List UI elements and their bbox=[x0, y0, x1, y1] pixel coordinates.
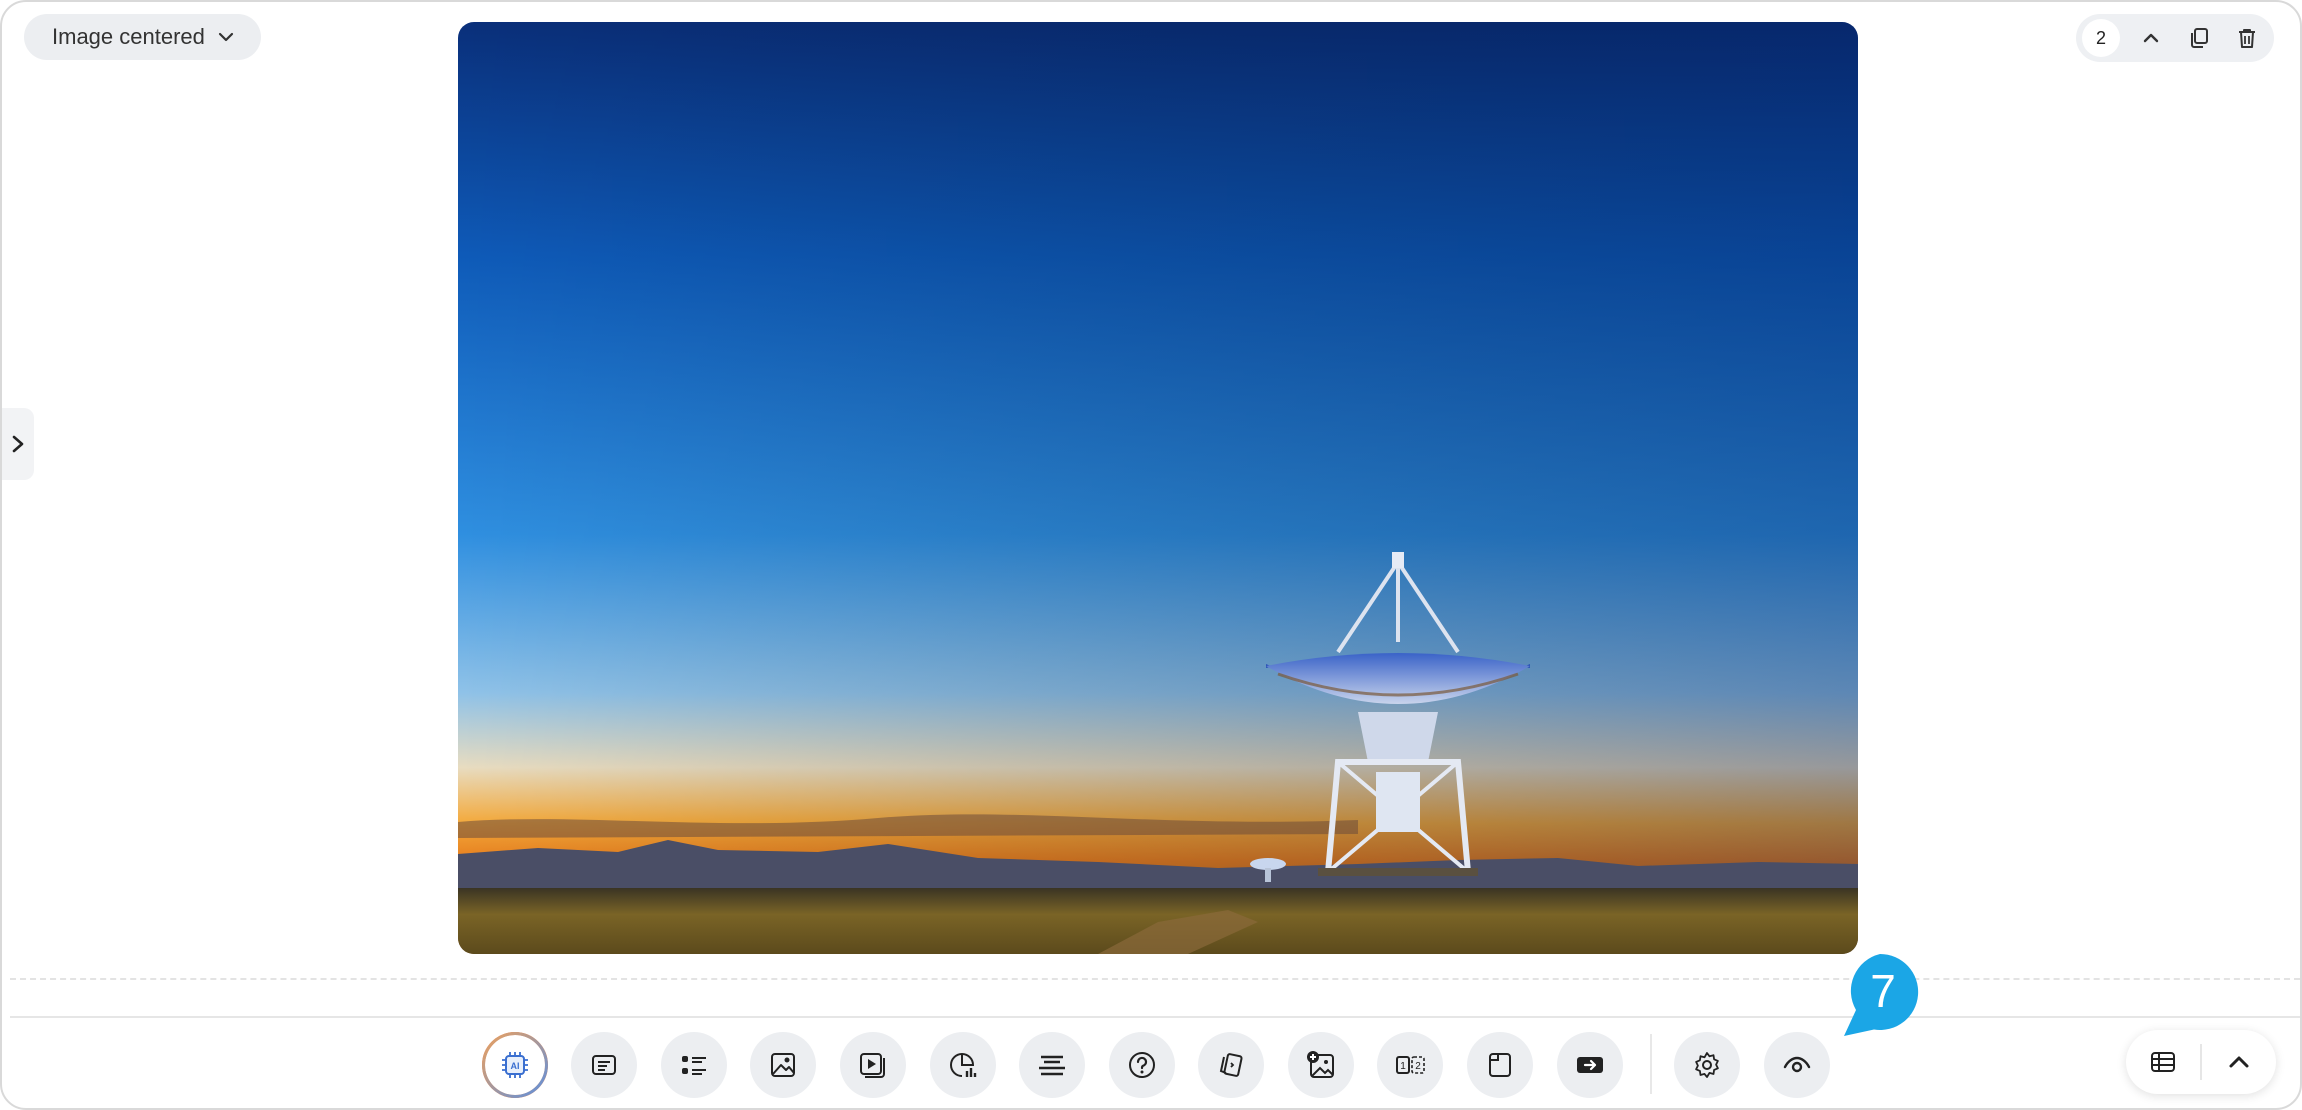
block-controls: 2 bbox=[2076, 14, 2274, 62]
page-block-icon bbox=[1489, 1053, 1511, 1077]
chevron-up-icon bbox=[2143, 33, 2159, 43]
video-block-icon bbox=[860, 1053, 885, 1078]
question-block-button[interactable] bbox=[1109, 1032, 1175, 1098]
svg-text:1: 1 bbox=[1400, 1061, 1406, 1072]
panel-controls bbox=[2126, 1030, 2276, 1094]
flashcards-block-icon bbox=[1219, 1053, 1243, 1077]
add-image-block-icon bbox=[1307, 1051, 1334, 1078]
flashcards-block-button[interactable] bbox=[1198, 1032, 1264, 1098]
toolbar-separator bbox=[1650, 1034, 1652, 1094]
chart-block-icon bbox=[950, 1053, 977, 1077]
numbered-steps-block-icon: 12 bbox=[1396, 1056, 1425, 1074]
text-block-button[interactable] bbox=[571, 1032, 637, 1098]
text-block-icon bbox=[592, 1055, 616, 1075]
list-block-button[interactable] bbox=[661, 1032, 727, 1098]
divider-block-button[interactable] bbox=[1019, 1032, 1085, 1098]
chevron-up-icon bbox=[2229, 1056, 2249, 1068]
svg-text:AI: AI bbox=[511, 1061, 520, 1071]
chart-block-button[interactable] bbox=[930, 1032, 996, 1098]
page-block-button[interactable] bbox=[1467, 1032, 1533, 1098]
collapse-toolbar-button[interactable] bbox=[2202, 1030, 2276, 1094]
move-up-button[interactable] bbox=[2134, 21, 2168, 55]
toolbar-border bbox=[10, 1016, 2300, 1018]
ai-chip-icon: AI bbox=[502, 1052, 528, 1078]
tour-step-badge[interactable]: 7 bbox=[1838, 952, 1922, 1036]
section-divider-dashed bbox=[10, 978, 2300, 980]
block-number: 2 bbox=[2082, 19, 2120, 57]
ai-button[interactable]: AI bbox=[482, 1032, 548, 1098]
add-image-block-button[interactable] bbox=[1288, 1032, 1354, 1098]
chevron-down-icon bbox=[218, 32, 233, 42]
layout-dropdown-label: Image centered bbox=[52, 24, 205, 49]
delete-button[interactable] bbox=[2230, 21, 2264, 55]
button-block-button[interactable] bbox=[1557, 1032, 1623, 1098]
image-block-icon bbox=[771, 1053, 795, 1077]
image-block-button[interactable] bbox=[750, 1032, 816, 1098]
button-block-icon bbox=[1577, 1057, 1603, 1073]
divider-block-icon bbox=[1039, 1055, 1065, 1076]
radio-telescope-image bbox=[458, 22, 1858, 954]
question-block-icon bbox=[1129, 1052, 1155, 1078]
hero-image[interactable] bbox=[458, 22, 1858, 954]
numbered-steps-block-button[interactable]: 12 bbox=[1377, 1032, 1443, 1098]
table-list-icon bbox=[2151, 1052, 2175, 1072]
sidebar-toggle[interactable] bbox=[2, 408, 34, 480]
copy-icon bbox=[2191, 28, 2208, 48]
settings-button[interactable] bbox=[1674, 1032, 1740, 1098]
block-toolbar: AI 12 bbox=[2, 1022, 2300, 1104]
outline-button[interactable] bbox=[2126, 1030, 2200, 1094]
svg-text:2: 2 bbox=[1415, 1061, 1421, 1072]
layout-dropdown[interactable]: Image centered bbox=[24, 14, 261, 60]
editor-canvas: Image centered 2 AI 1 2 7 bbox=[0, 0, 2302, 1110]
list-block-icon bbox=[682, 1056, 706, 1075]
chevron-right-icon bbox=[12, 435, 24, 453]
tour-step-number: 7 bbox=[1870, 965, 1896, 1017]
trash-icon bbox=[2239, 29, 2255, 48]
settings-icon bbox=[1695, 1052, 1719, 1078]
video-block-button[interactable] bbox=[840, 1032, 906, 1098]
preview-eye-icon bbox=[1783, 1056, 1811, 1073]
duplicate-button[interactable] bbox=[2182, 21, 2216, 55]
preview-button[interactable] bbox=[1764, 1032, 1830, 1098]
